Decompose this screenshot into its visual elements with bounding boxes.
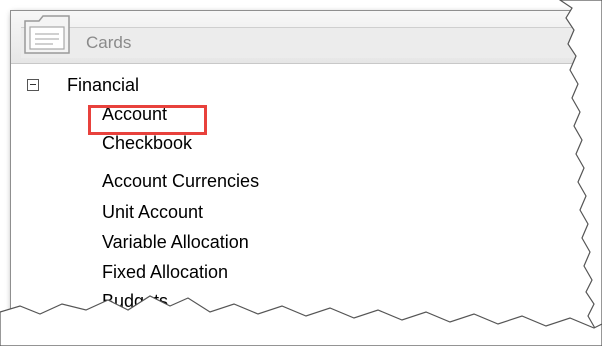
panel-header: Cards bbox=[11, 11, 602, 64]
tree-view: Financial Account Checkbook Account Curr… bbox=[11, 67, 602, 336]
tree-item-truncated: Mo bbox=[161, 317, 187, 337]
folder-icon bbox=[24, 15, 70, 54]
tree-node-financial[interactable]: Financial bbox=[67, 75, 139, 96]
tree-item-budgets[interactable]: Budgets bbox=[102, 291, 168, 312]
collapse-minus-icon[interactable] bbox=[27, 79, 39, 91]
tree-item-fixed-allocation[interactable]: Fixed Allocation bbox=[102, 262, 228, 283]
highlight-box bbox=[88, 105, 207, 135]
tree-item-checkbook[interactable]: Checkbook bbox=[102, 133, 192, 154]
panel-title: Cards bbox=[86, 33, 132, 52]
tree-item-account-currencies[interactable]: Account Currencies bbox=[102, 171, 259, 192]
tree-item-variable-allocation[interactable]: Variable Allocation bbox=[102, 232, 249, 253]
cards-panel: Cards Financial Account Checkbook Accoun… bbox=[10, 10, 602, 337]
tree-item-unit-account[interactable]: Unit Account bbox=[102, 202, 203, 223]
